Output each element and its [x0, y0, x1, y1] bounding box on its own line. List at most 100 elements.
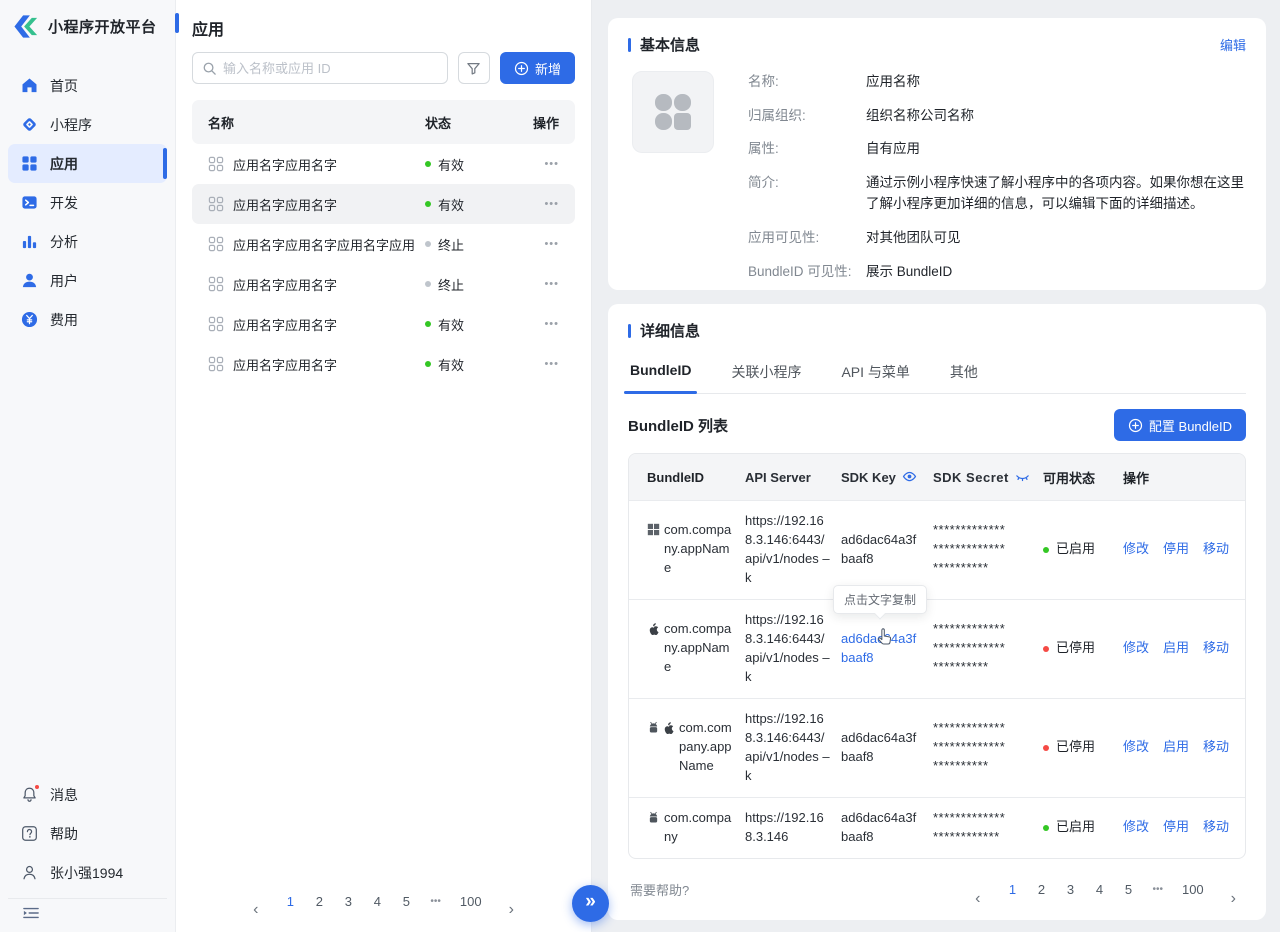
configure-bundleid-button[interactable]: 配置 BundleID	[1114, 409, 1246, 441]
tab-linked-miniprograms[interactable]: 关联小程序	[729, 353, 803, 393]
status-dot	[425, 161, 431, 167]
column-action: 操作	[1123, 468, 1227, 487]
enable-link[interactable]: 启用	[1163, 639, 1189, 658]
disable-link[interactable]: 停用	[1163, 818, 1189, 837]
app-list-row[interactable]: 应用名字应用名字 有效 •••	[192, 304, 575, 344]
app-list-row[interactable]: 应用名字应用名字 有效 •••	[192, 344, 575, 384]
app-name: 应用名字应用名字	[233, 275, 337, 294]
sdk-key[interactable]: ad6dac64a3fbaaf8	[841, 810, 916, 844]
pagination-page[interactable]: 5	[401, 894, 411, 909]
modify-link[interactable]: 修改	[1123, 639, 1149, 658]
pagination-prev[interactable]: ‹	[245, 884, 266, 918]
move-link[interactable]: 移动	[1203, 639, 1229, 658]
pagination-page[interactable]: 100	[1182, 882, 1204, 897]
basic-info-fields: 名称:应用名称 归属组织:组织名称公司名称 属性:自有应用 简介:通过示例小程序…	[748, 71, 1246, 282]
sdk-key[interactable]: ad6dac64a3fbaaf8	[841, 532, 916, 566]
app-table-header: 名称 状态 操作	[192, 100, 575, 144]
sidebar-item-messages[interactable]: 消息	[8, 775, 167, 814]
pagination-page[interactable]: 3	[343, 894, 353, 909]
scrollbar-thumb[interactable]	[175, 13, 179, 33]
pagination-next[interactable]: ›	[1223, 873, 1244, 907]
logo: 小程序开放平台	[0, 0, 175, 48]
pagination-page[interactable]: 4	[372, 894, 382, 909]
pagination-prev[interactable]: ‹	[967, 873, 988, 907]
apple-icon	[647, 620, 660, 677]
more-actions-button[interactable]: •••	[515, 278, 559, 290]
pagination-page[interactable]: 2	[314, 894, 324, 909]
sdk-key[interactable]: ad6dac64a3fbaaf8	[841, 730, 916, 764]
need-help-link[interactable]: 需要帮助?	[630, 880, 689, 899]
more-actions-button[interactable]: •••	[515, 158, 559, 170]
status-dot	[1043, 825, 1049, 831]
app-name: 应用名字应用名字	[233, 155, 337, 174]
column-action: 操作	[515, 113, 559, 132]
disable-link[interactable]: 停用	[1163, 540, 1189, 559]
tab-api-menu[interactable]: API 与菜单	[839, 353, 911, 393]
pagination-page[interactable]: 2	[1036, 882, 1046, 897]
eye-closed-icon[interactable]	[1015, 469, 1030, 484]
sidebar-item-home[interactable]: 首页	[8, 66, 167, 105]
sidebar-item-users[interactable]: 用户	[8, 261, 167, 300]
app-list-row-selected[interactable]: 应用名字应用名字 有效 •••	[192, 184, 575, 224]
pagination-page[interactable]: 5	[1123, 882, 1133, 897]
enable-link[interactable]: 启用	[1163, 738, 1189, 757]
pagination-page[interactable]: 4	[1094, 882, 1104, 897]
tab-bundleid[interactable]: BundleID	[628, 353, 693, 393]
pagination-ellipsis[interactable]: •••	[1152, 884, 1163, 895]
detail-info-title: 详细信息	[640, 320, 700, 341]
modify-link[interactable]: 修改	[1123, 540, 1149, 559]
search-input[interactable]	[223, 61, 438, 76]
availability-label: 已启用	[1056, 540, 1095, 559]
sidebar-item-label: 小程序	[50, 115, 92, 135]
sidebar-item-analytics[interactable]: 分析	[8, 222, 167, 261]
pagination-page[interactable]: 1	[285, 894, 295, 909]
sidebar-item-label: 用户	[50, 271, 78, 291]
app-list-row[interactable]: 应用名字应用名字 终止 •••	[192, 264, 575, 304]
sidebar-item-help[interactable]: 帮助	[8, 814, 167, 853]
field-label: 名称:	[748, 71, 866, 93]
filter-button[interactable]	[458, 52, 490, 84]
more-actions-button[interactable]: •••	[515, 238, 559, 250]
pagination-page[interactable]: 100	[460, 894, 482, 909]
pagination-next[interactable]: ›	[501, 884, 522, 918]
pagination-ellipsis[interactable]: •••	[430, 896, 441, 907]
platform-logo-icon	[13, 13, 40, 40]
more-actions-button[interactable]: •••	[515, 358, 559, 370]
collapse-sidebar-icon[interactable]	[22, 905, 40, 921]
modify-link[interactable]: 修改	[1123, 738, 1149, 757]
move-link[interactable]: 移动	[1203, 540, 1229, 559]
expand-panel-button[interactable]: »	[572, 885, 609, 922]
more-actions-button[interactable]: •••	[515, 198, 559, 210]
search-toolbar: 新增	[192, 52, 575, 84]
status-dot	[425, 321, 431, 327]
move-link[interactable]: 移动	[1203, 818, 1229, 837]
sidebar-bottom: 消息 帮助 张小强19	[0, 775, 175, 932]
sidebar-item-miniprogram[interactable]: 小程序	[8, 105, 167, 144]
account-icon	[20, 864, 38, 882]
sidebar-item-billing[interactable]: 费用	[8, 300, 167, 339]
sdk-key-hovered[interactable]: ad6dac64a3fbaaf8	[841, 631, 916, 665]
sidebar-item-apps[interactable]: 应用	[8, 144, 167, 183]
status-label: 有效	[438, 315, 464, 334]
field-value: 自有应用	[866, 138, 1246, 160]
availability-label: 已停用	[1056, 639, 1095, 658]
field-value: 展示 BundleID	[866, 261, 1246, 283]
pagination-page[interactable]: 3	[1065, 882, 1075, 897]
move-link[interactable]: 移动	[1203, 738, 1229, 757]
more-actions-button[interactable]: •••	[515, 318, 559, 330]
app-list-row[interactable]: 应用名字应用名字应用名字应用 终止 •••	[192, 224, 575, 264]
platform-title: 小程序开放平台	[48, 16, 157, 37]
tab-other[interactable]: 其他	[948, 353, 980, 393]
modify-link[interactable]: 修改	[1123, 818, 1149, 837]
edit-link[interactable]: 编辑	[1220, 35, 1246, 54]
sidebar-item-account[interactable]: 张小强1994	[8, 853, 167, 892]
eye-open-icon[interactable]	[902, 469, 917, 484]
app-list-row[interactable]: 应用名字应用名字 有效 •••	[192, 144, 575, 184]
detail-info-card: 详细信息 BundleID 关联小程序 API 与菜单 其他 BundleID …	[608, 304, 1266, 920]
pagination-page[interactable]: 1	[1007, 882, 1017, 897]
add-app-button[interactable]: 新增	[500, 52, 575, 84]
sdk-secret-masked: ************* ************* **********	[933, 521, 1043, 578]
sidebar-item-dev[interactable]: 开发	[8, 183, 167, 222]
column-api-server: API Server	[745, 470, 841, 485]
field-label: 简介:	[748, 172, 866, 215]
